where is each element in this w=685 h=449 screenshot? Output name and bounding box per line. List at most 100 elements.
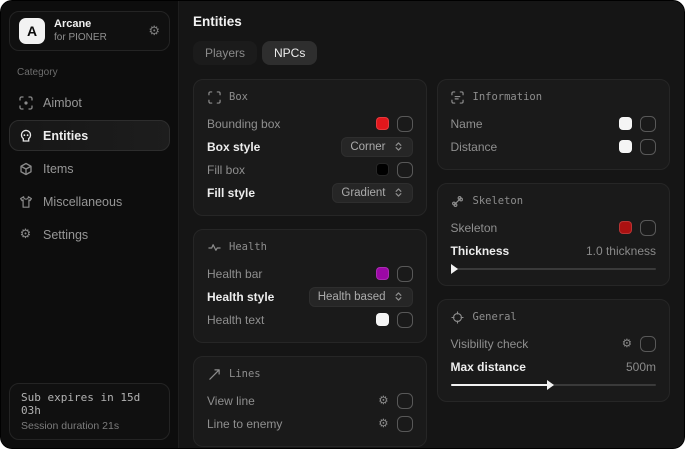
distance-row: Distance [451, 135, 657, 158]
row-label: Fill style [207, 186, 255, 200]
brand-settings-gear-icon[interactable]: ⚙ [148, 24, 160, 39]
card-title: General [473, 311, 517, 323]
card-title: Health [229, 241, 267, 253]
sidebar-item-entities[interactable]: Entities [9, 120, 170, 151]
name-color-swatch[interactable] [619, 117, 632, 130]
thickness-row: Thickness 1.0 thickness [451, 239, 657, 262]
max-distance-slider-thumb[interactable] [547, 380, 554, 390]
row-label: Health text [207, 313, 264, 327]
tab-npcs[interactable]: NPCs [262, 41, 317, 65]
view-line-settings-gear-icon[interactable]: ⚙ [378, 395, 388, 407]
health-style-row: Health style Health based [207, 285, 413, 308]
fill-style-row: Fill style Gradient [207, 181, 413, 204]
information-scan-icon [451, 90, 465, 104]
distance-color-swatch[interactable] [619, 140, 632, 153]
bounding-box-color-swatch[interactable] [376, 117, 389, 130]
fill-style-dropdown[interactable]: Gradient [332, 183, 412, 203]
row-label: Visibility check [451, 337, 529, 351]
card-title: Information [473, 91, 543, 103]
sub-expiry-text: Sub expires in 15d 03h [21, 391, 158, 417]
sidebar-item-label: Settings [43, 228, 88, 242]
dropdown-value: Gradient [341, 187, 385, 199]
fill-box-row: Fill box [207, 158, 413, 181]
row-label: Box style [207, 140, 260, 154]
sidebar-item-aimbot[interactable]: Aimbot [9, 87, 170, 118]
information-card: Information Name Distance [437, 79, 671, 170]
visibility-check-checkbox[interactable] [640, 336, 656, 352]
session-duration-text: Session duration 21s [21, 420, 158, 432]
line-to-enemy-row: Line to enemy ⚙ [207, 412, 413, 435]
row-label: Fill box [207, 163, 245, 177]
view-line-checkbox[interactable] [397, 393, 413, 409]
max-distance-row: Max distance 500m [451, 355, 657, 378]
bounding-box-checkbox[interactable] [397, 116, 413, 132]
line-to-enemy-checkbox[interactable] [397, 416, 413, 432]
health-bar-color-swatch[interactable] [376, 267, 389, 280]
general-crosshair-icon [451, 310, 465, 324]
general-card: General Visibility check ⚙ Max distance … [437, 299, 671, 402]
row-label: Health bar [207, 267, 262, 281]
row-label: Distance [451, 140, 498, 154]
thickness-slider-thumb[interactable] [451, 264, 458, 274]
visibility-check-row: Visibility check ⚙ [451, 332, 657, 355]
category-label: Category [17, 67, 162, 78]
box-card: Box Bounding box Box style Corner [193, 79, 427, 216]
settings-gear-icon: ⚙ [18, 227, 33, 242]
aimbot-crosshair-icon [18, 95, 33, 110]
unfold-icon [393, 291, 404, 302]
health-bar-checkbox[interactable] [397, 266, 413, 282]
skeleton-bone-icon [451, 194, 465, 208]
max-distance-slider[interactable] [451, 380, 657, 390]
sidebar-item-label: Aimbot [43, 96, 82, 110]
row-label: Line to enemy [207, 417, 282, 431]
brand-initial: A [27, 23, 37, 39]
row-label: Max distance [451, 360, 526, 374]
name-checkbox[interactable] [640, 116, 656, 132]
health-pulse-icon [207, 240, 221, 254]
health-text-checkbox[interactable] [397, 312, 413, 328]
row-label: Thickness [451, 244, 510, 258]
health-bar-row: Health bar [207, 262, 413, 285]
sidebar-item-label: Items [43, 162, 74, 176]
skeleton-row: Skeleton [451, 216, 657, 239]
skeleton-color-swatch[interactable] [619, 221, 632, 234]
entity-type-tabs: Players NPCs [193, 41, 670, 65]
health-text-row: Health text [207, 308, 413, 331]
tab-players[interactable]: Players [193, 41, 257, 65]
box-brackets-icon [207, 90, 221, 104]
dropdown-value: Corner [350, 141, 385, 153]
app-window: A Arcane for PIONER ⚙ Category Aimbot [0, 0, 685, 449]
max-distance-value: 500m [626, 360, 656, 374]
fill-box-checkbox[interactable] [397, 162, 413, 178]
unfold-icon [393, 187, 404, 198]
sidebar-item-items[interactable]: Items [9, 153, 170, 184]
sidebar-item-label: Miscellaneous [43, 195, 122, 209]
unfold-icon [393, 141, 404, 152]
fill-box-color-swatch[interactable] [376, 163, 389, 176]
row-label: Bounding box [207, 117, 280, 131]
sidebar-item-settings[interactable]: ⚙ Settings [9, 219, 170, 250]
brand-card: A Arcane for PIONER ⚙ [9, 11, 170, 51]
box-style-dropdown[interactable]: Corner [341, 137, 412, 157]
sidebar-item-label: Entities [43, 129, 88, 143]
skeleton-checkbox[interactable] [640, 220, 656, 236]
lines-diagonal-arrow-icon [207, 367, 221, 381]
card-title: Skeleton [473, 195, 524, 207]
line-to-enemy-settings-gear-icon[interactable]: ⚙ [378, 418, 388, 430]
card-title: Box [229, 91, 248, 103]
row-label: Skeleton [451, 221, 498, 235]
thickness-slider[interactable] [451, 264, 657, 274]
brand-logo: A [19, 18, 45, 44]
visibility-check-settings-gear-icon[interactable]: ⚙ [622, 338, 632, 350]
items-cube-icon [18, 161, 33, 176]
health-style-dropdown[interactable]: Health based [309, 287, 413, 307]
row-label: Health style [207, 290, 274, 304]
box-style-row: Box style Corner [207, 135, 413, 158]
lines-card: Lines View line ⚙ Line to enemy ⚙ [193, 356, 427, 447]
dropdown-value: Health based [318, 291, 386, 303]
health-text-color-swatch[interactable] [376, 313, 389, 326]
distance-checkbox[interactable] [640, 139, 656, 155]
sidebar-item-miscellaneous[interactable]: Miscellaneous [9, 186, 170, 217]
miscellaneous-shirt-icon [18, 194, 33, 209]
page-title: Entities [193, 14, 670, 29]
